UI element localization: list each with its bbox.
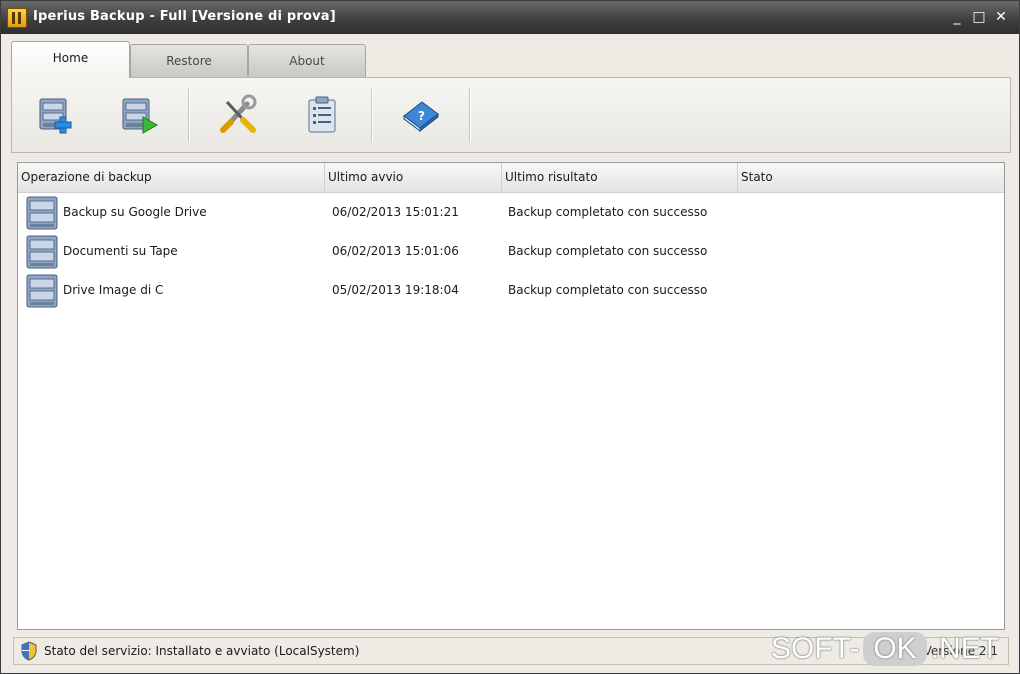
column-header-last-result[interactable]: Ultimo risultato (502, 163, 738, 192)
service-status: Stato del servizio: Installato e avviato… (44, 644, 360, 658)
toolbar-separator (188, 88, 190, 142)
job-name: Backup su Google Drive (63, 205, 207, 219)
new-backup-icon (39, 98, 72, 134)
minimize-button[interactable]: _ (947, 7, 967, 27)
backup-jobs-table: Operazione di backup Ultimo avvio Ultimo… (17, 162, 1005, 630)
help-book-icon: ? (403, 101, 439, 133)
toolbar-separator (371, 88, 373, 142)
tab-about[interactable]: About (248, 44, 366, 78)
toolbar-separator (469, 88, 471, 142)
close-button[interactable]: ✕ (991, 7, 1011, 27)
options-button[interactable] (212, 90, 264, 140)
job-last-result: Backup completato con successo (508, 283, 708, 297)
title-bar[interactable]: Iperius Backup - Full [Versione di prova… (1, 1, 1019, 34)
watermark-right: .NET (930, 632, 1000, 665)
table-row[interactable]: Documenti su Tape 06/02/2013 15:01:06 Ba… (18, 232, 1004, 271)
job-last-result: Backup completato con successo (508, 205, 708, 219)
column-header-last-run[interactable]: Ultimo avvio (325, 163, 502, 192)
job-name: Documenti su Tape (63, 244, 178, 258)
job-last-run: 05/02/2013 19:18:04 (332, 283, 459, 297)
table-row[interactable]: Drive Image di C 05/02/2013 19:18:04 Bac… (18, 271, 1004, 310)
tab-home[interactable]: Home (11, 41, 130, 78)
job-last-run: 06/02/2013 15:01:21 (332, 205, 459, 219)
job-name: Drive Image di C (63, 283, 164, 297)
question-mark-glyph: ? (418, 109, 425, 123)
log-clipboard-icon (308, 96, 336, 133)
run-backup-icon (122, 98, 159, 134)
tools-icon (220, 94, 257, 133)
new-backup-button[interactable] (30, 90, 82, 140)
column-header-status[interactable]: Stato (738, 163, 1004, 192)
help-button[interactable]: ? (395, 90, 447, 140)
tab-restore[interactable]: Restore (130, 44, 248, 78)
backup-job-icon (26, 235, 58, 269)
iperius-app-icon (7, 8, 27, 28)
job-last-result: Backup completato con successo (508, 244, 708, 258)
watermark: SOFT- OK .NET (771, 627, 999, 671)
uac-shield-icon (21, 641, 37, 661)
window-title: Iperius Backup - Full [Versione di prova… (33, 9, 336, 24)
job-last-run: 06/02/2013 15:01:06 (332, 244, 459, 258)
table-header: Operazione di backup Ultimo avvio Ultimo… (18, 163, 1004, 193)
maximize-button[interactable]: □ (969, 7, 989, 27)
run-backup-button[interactable] (113, 90, 165, 140)
backup-job-icon (26, 196, 58, 230)
backup-job-icon (26, 274, 58, 308)
column-header-operation[interactable]: Operazione di backup (18, 163, 325, 192)
table-row[interactable]: Backup su Google Drive 06/02/2013 15:01:… (18, 193, 1004, 232)
log-button[interactable] (296, 90, 348, 140)
window-controls: _ □ ✕ (947, 7, 1011, 27)
toolbar-ribbon: ? (11, 77, 1011, 153)
watermark-left: SOFT- (771, 632, 860, 665)
watermark-ok: OK (863, 632, 927, 666)
tab-strip: Home Restore About (1, 34, 1019, 78)
app-window: Iperius Backup - Full [Versione di prova… (0, 0, 1020, 674)
